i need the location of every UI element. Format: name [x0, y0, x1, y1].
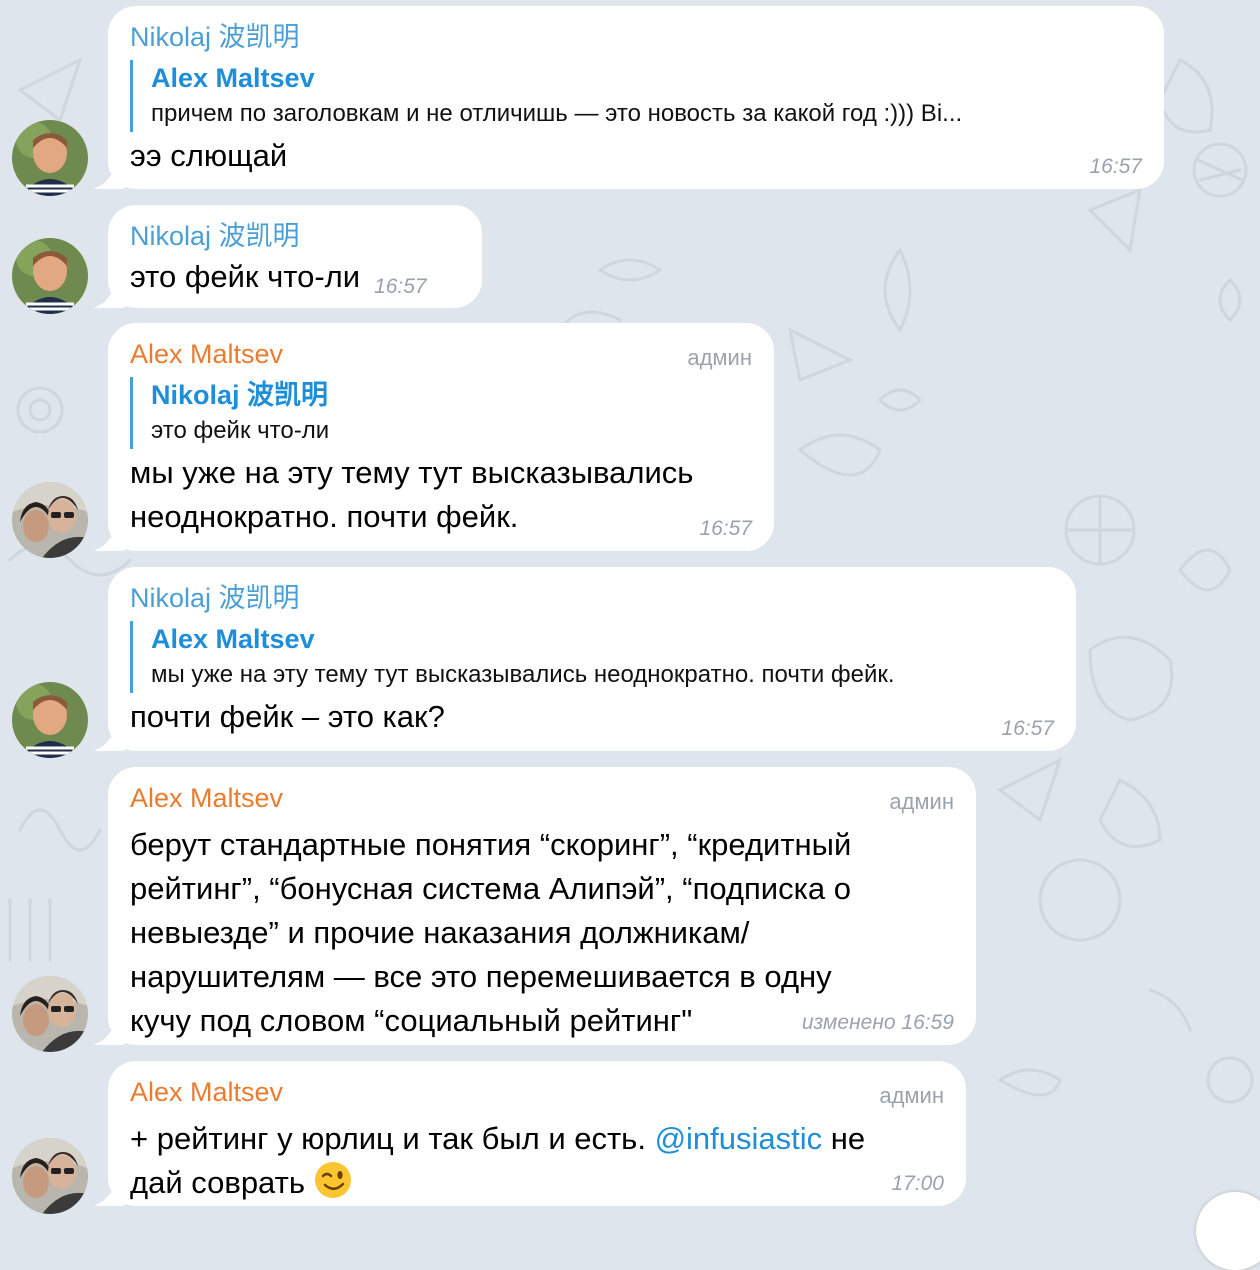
message-time: 16:57 [1001, 717, 1054, 740]
avatar-nikolaj[interactable] [12, 120, 88, 196]
edited-label: изменено [801, 1011, 896, 1034]
avatar-photo-nikolaj [12, 238, 88, 314]
sender-name[interactable]: Nikolaj 波凯明 [130, 583, 300, 613]
message-text-line: нарушителям — все это перемешивается в о… [130, 959, 832, 994]
message-text: дай соврать [130, 1161, 944, 1211]
message-time: 16:57 [699, 517, 752, 540]
message-time: 16:57 [1089, 155, 1142, 178]
reply-text: причем по заголовкам и не отличишь — это… [151, 100, 963, 127]
avatar-alex[interactable] [12, 976, 88, 1052]
message-text: почти фейк – это как? [130, 699, 445, 734]
message-text: + рейтинг у юрлиц и так был и есть. @inf… [130, 1117, 944, 1161]
admin-badge: админ [889, 789, 954, 814]
scroll-down-button[interactable] [1196, 1192, 1260, 1270]
message-text: мы уже на эту тему тут высказывались [130, 455, 694, 490]
reply-author: Alex Maltsev [151, 63, 315, 93]
avatar-alex[interactable] [12, 482, 88, 558]
admin-badge: админ [879, 1083, 944, 1108]
reply-author: Nikolaj 波凯明 [151, 380, 329, 410]
reply-quote[interactable]: Alex Maltsev причем по заголовкам и не о… [130, 60, 1142, 132]
message-bubble[interactable]: Alex Maltsev админ берут стандартные пон… [108, 767, 976, 1045]
reply-quote[interactable]: Alex Maltsev мы уже на эту тему тут выск… [130, 621, 1054, 693]
admin-badge: админ [687, 345, 752, 370]
message-bubble[interactable]: Alex Maltsev админ + рейтинг у юрлиц и т… [108, 1061, 966, 1206]
sender-name[interactable]: Alex Maltsev [130, 1077, 283, 1107]
avatar-photo-nikolaj [12, 682, 88, 758]
message-bubble[interactable]: Alex Maltsev админ Nikolaj 波凯明 это фейк … [108, 323, 774, 551]
reply-author: Alex Maltsev [151, 624, 315, 654]
message-text: ээ слющай [130, 138, 288, 173]
message-bubble[interactable]: Nikolaj 波凯明 Alex Maltsev причем по загол… [108, 6, 1164, 189]
message-text-line: берут стандартные понятия “скоринг”, “кр… [130, 827, 852, 862]
message-text-line: невыезде” и прочие наказания должникам/ [130, 915, 750, 950]
message-time: 17:00 [891, 1172, 944, 1195]
message-text-start: + рейтинг у юрлиц и так был и есть. [130, 1121, 646, 1156]
message-text: это фейк что-ли 16:57 [130, 255, 460, 309]
message-bubble[interactable]: Nikolaj 波凯明 Alex Maltsev мы уже на эту т… [108, 567, 1076, 751]
chat-history[interactable]: Nikolaj 波凯明 Alex Maltsev причем по загол… [0, 0, 1260, 1270]
message-time: 16:57 [374, 275, 427, 298]
user-mention-link[interactable]: @infusiastic [655, 1121, 823, 1156]
sender-name[interactable]: Nikolaj 波凯明 [130, 221, 300, 251]
avatar-photo-alex [12, 482, 88, 558]
message-time: 16:59 [901, 1011, 954, 1034]
message-text: неоднократно. почти фейк. [130, 499, 519, 534]
avatar-alex[interactable] [12, 1138, 88, 1214]
avatar-photo-alex [12, 976, 88, 1052]
sender-name[interactable]: Alex Maltsev [130, 783, 283, 813]
message-text-line: рейтинг”, “бонусная система Алипэй”, “по… [130, 871, 851, 906]
reply-text: мы уже на эту тему тут высказывались нео… [151, 661, 895, 688]
sender-name[interactable]: Nikolaj 波凯明 [130, 22, 300, 52]
avatar-nikolaj[interactable] [12, 682, 88, 758]
reply-quote[interactable]: Nikolaj 波凯明 это фейк что-ли [130, 377, 752, 449]
message-text-end: не [830, 1121, 866, 1156]
sender-name[interactable]: Alex Maltsev [130, 339, 283, 369]
message-bubble[interactable]: Nikolaj 波凯明 это фейк что-ли 16:57 [108, 205, 482, 308]
message-edited-time: изменено 16:59 [802, 1011, 954, 1035]
avatar-nikolaj[interactable] [12, 238, 88, 314]
message-text-content: это фейк что-ли [130, 259, 361, 294]
reply-text: это фейк что-ли [151, 417, 330, 444]
avatar-photo-nikolaj [12, 120, 88, 196]
message-text-line2: дай соврать [130, 1165, 305, 1200]
avatar-photo-alex [12, 1138, 88, 1214]
winking-face-icon [314, 1161, 352, 1211]
